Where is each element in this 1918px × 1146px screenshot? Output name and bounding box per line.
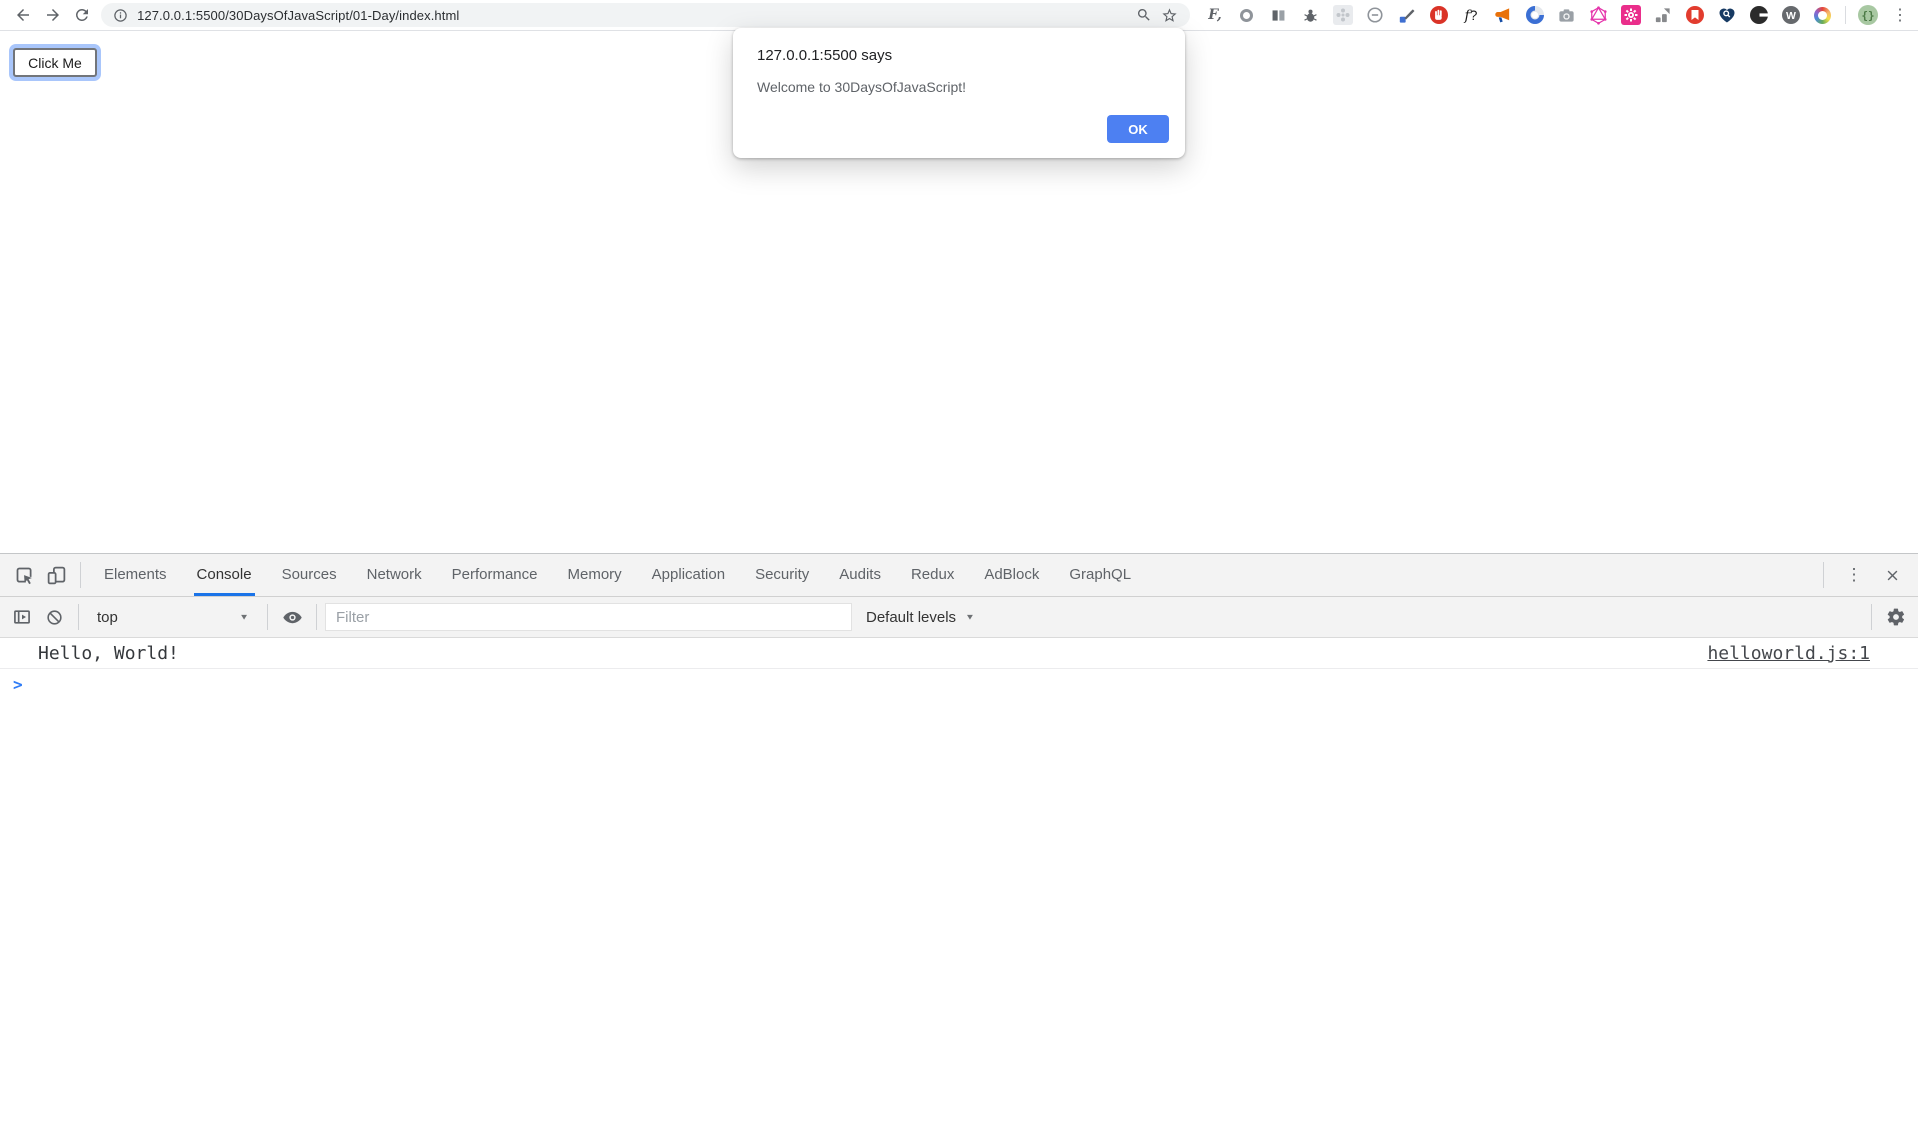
reload-icon: [73, 6, 91, 24]
dialog-message: Welcome to 30DaysOfJavaScript!: [757, 79, 1161, 95]
back-button[interactable]: [8, 1, 38, 29]
camera-icon[interactable]: [1557, 5, 1577, 25]
devtools-close-icon[interactable]: [1876, 560, 1908, 590]
back-arrow-icon: [14, 6, 32, 24]
devtools-panel: Elements Console Sources Network Perform…: [0, 553, 1918, 1146]
tab-network[interactable]: Network: [352, 554, 437, 596]
tab-graphql[interactable]: GraphQL: [1054, 554, 1146, 596]
clear-console-icon[interactable]: [38, 602, 70, 632]
console-source-link[interactable]: helloworld.js:1: [1707, 643, 1870, 664]
tab-audits[interactable]: Audits: [824, 554, 896, 596]
json-braces-icon[interactable]: {}: [1858, 5, 1878, 25]
devtools-tabbar: Elements Console Sources Network Perform…: [0, 554, 1918, 597]
log-levels-label: Default levels: [866, 609, 956, 626]
page-info-icon[interactable]: [113, 8, 128, 23]
console-prompt[interactable]: >: [0, 669, 1918, 699]
italic-f-icon[interactable]: F,: [1205, 5, 1225, 25]
zoom-icon[interactable]: [1136, 7, 1152, 23]
live-expression-eye-icon[interactable]: [276, 602, 308, 632]
red-bookmark-icon[interactable]: [1685, 5, 1705, 25]
eyedropper-icon[interactable]: [1397, 5, 1417, 25]
bug-icon[interactable]: [1301, 5, 1321, 25]
pale-grid-icon[interactable]: [1333, 5, 1353, 25]
device-toolbar-icon[interactable]: [40, 560, 72, 590]
f-question-icon[interactable]: f?: [1461, 5, 1481, 25]
settings-gear-icon[interactable]: [1880, 602, 1912, 632]
tab-security[interactable]: Security: [740, 554, 824, 596]
heart-magnifier-icon[interactable]: [1717, 5, 1737, 25]
tab-performance[interactable]: Performance: [437, 554, 553, 596]
tab-application[interactable]: Application: [637, 554, 740, 596]
browser-menu-icon[interactable]: ⋮: [1890, 5, 1910, 25]
chevron-down-icon: ▼: [239, 613, 249, 622]
console-sidebar-toggle-icon[interactable]: [6, 602, 38, 632]
red-hand-icon[interactable]: [1429, 5, 1449, 25]
megaphone-icon[interactable]: [1493, 5, 1513, 25]
w-circle-icon[interactable]: W: [1781, 5, 1801, 25]
gray-blocks-arrow-icon[interactable]: [1653, 5, 1673, 25]
tab-adblock[interactable]: AdBlock: [969, 554, 1054, 596]
tab-memory[interactable]: Memory: [553, 554, 637, 596]
split-panels-icon[interactable]: [1269, 5, 1289, 25]
tab-redux[interactable]: Redux: [896, 554, 969, 596]
circle-dash-icon[interactable]: [1365, 5, 1385, 25]
inspect-element-icon[interactable]: [8, 560, 40, 590]
dialog-ok-button[interactable]: OK: [1107, 115, 1169, 143]
svg-text:W: W: [1786, 10, 1796, 22]
pink-gear-icon[interactable]: [1621, 5, 1641, 25]
alert-dialog: 127.0.0.1:5500 says Welcome to 30DaysOfJ…: [733, 28, 1185, 158]
console-message: Hello, World!: [38, 643, 179, 664]
console-log-row: Hello, World! helloworld.js:1: [0, 638, 1918, 669]
dialog-title: 127.0.0.1:5500 says: [757, 47, 1161, 64]
bookmark-star-icon[interactable]: [1161, 7, 1178, 24]
address-bar[interactable]: 127.0.0.1:5500/30DaysOfJavaScript/01-Day…: [101, 3, 1190, 27]
chevron-down-icon: ▼: [965, 613, 975, 622]
devtools-menu-icon[interactable]: ⋮: [1838, 560, 1870, 590]
forward-arrow-icon: [44, 6, 62, 24]
tab-elements[interactable]: Elements: [89, 554, 182, 596]
log-levels-select[interactable]: Default levels ▼: [866, 609, 975, 626]
forward-button[interactable]: [38, 1, 68, 29]
context-value: top: [97, 609, 118, 626]
console-toolbar: top ▼ Default levels ▼: [0, 597, 1918, 638]
graphql-icon[interactable]: [1589, 5, 1609, 25]
tab-console[interactable]: Console: [182, 554, 267, 596]
blue-swirl-icon[interactable]: [1525, 5, 1545, 25]
ring-circle-icon[interactable]: [1237, 5, 1257, 25]
extensions-row: F, f? W {} ⋮: [1205, 5, 1910, 25]
javascript-context-select[interactable]: top ▼: [87, 602, 259, 632]
rainbow-ring-icon[interactable]: [1813, 5, 1833, 25]
console-filter-input[interactable]: [325, 603, 852, 631]
tab-sources[interactable]: Sources: [267, 554, 352, 596]
reload-button[interactable]: [67, 1, 97, 29]
click-me-button[interactable]: Click Me: [13, 48, 97, 77]
url-text[interactable]: 127.0.0.1:5500/30DaysOfJavaScript/01-Day…: [137, 8, 459, 23]
extensions-separator: [1845, 6, 1846, 24]
prompt-chevron-icon: >: [13, 675, 23, 694]
browser-window: 127.0.0.1:5500/30DaysOfJavaScript/01-Day…: [0, 0, 1918, 1146]
browser-toolbar: 127.0.0.1:5500/30DaysOfJavaScript/01-Day…: [0, 0, 1918, 31]
black-g-circle-icon[interactable]: [1749, 5, 1769, 25]
